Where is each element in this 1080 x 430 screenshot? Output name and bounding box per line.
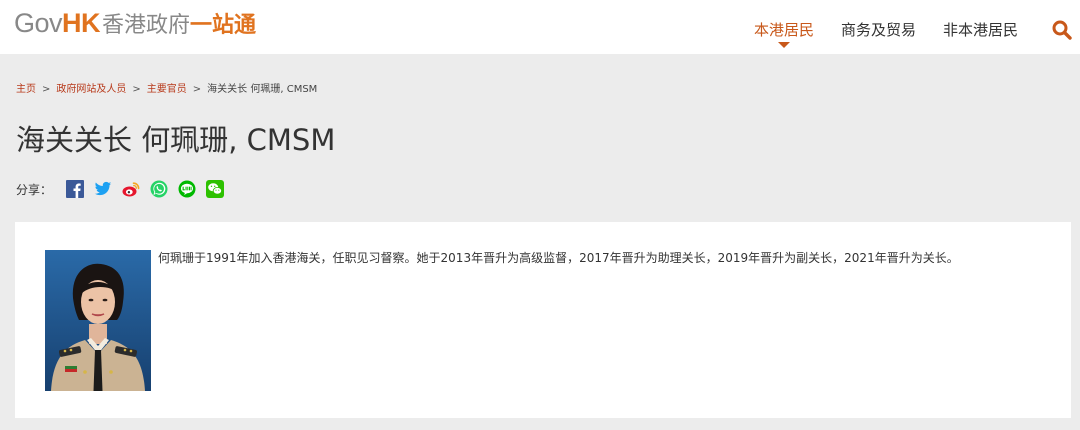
twitter-icon[interactable] bbox=[94, 180, 112, 198]
breadcrumb-separator: > bbox=[42, 84, 51, 95]
main-nav: 本港居民 商务及贸易 非本港居民 bbox=[754, 19, 1045, 48]
nav-item-business[interactable]: 商务及贸易 bbox=[841, 19, 916, 40]
logo-hk-text: HK bbox=[62, 8, 101, 38]
govhk-logo[interactable]: Gov HK 香港政府 一站通 bbox=[14, 7, 256, 41]
profile-bio: 何珮珊于1991年加入香港海关，任职见习督察。她于2013年晋升为高级监督，20… bbox=[158, 251, 959, 265]
breadcrumb-separator: > bbox=[132, 84, 141, 95]
wechat-icon[interactable] bbox=[206, 180, 225, 198]
share-bar: 分享： bbox=[16, 180, 234, 198]
logo-zh-highlight: 一站通 bbox=[190, 13, 257, 38]
nav-item-residents[interactable]: 本港居民 bbox=[754, 19, 814, 48]
whatsapp-icon[interactable] bbox=[150, 180, 168, 198]
facebook-icon[interactable] bbox=[66, 180, 85, 198]
line-icon[interactable] bbox=[178, 180, 196, 198]
logo-zh-text: 香港政府 bbox=[102, 13, 191, 38]
page-title: 海关关长 何珮珊, CMSM bbox=[16, 123, 336, 157]
breadcrumb-officials[interactable]: 主要官员 bbox=[147, 84, 187, 95]
logo-gov-text: Gov bbox=[14, 8, 63, 38]
top-header: Gov HK 香港政府 一站通 本港居民 商务及贸易 非本港居民 bbox=[0, 0, 1080, 54]
profile-card: 何珮珊于1991年加入香港海关，任职见习督察。她于2013年晋升为高级监督，20… bbox=[15, 222, 1071, 418]
nav-item-non-residents[interactable]: 非本港居民 bbox=[943, 19, 1018, 40]
official-portrait bbox=[45, 250, 151, 391]
breadcrumb-separator: > bbox=[192, 84, 202, 95]
search-icon[interactable] bbox=[1052, 20, 1072, 40]
weibo-icon[interactable] bbox=[122, 180, 140, 198]
breadcrumb-current: 海关关长 何珮珊, CMSM bbox=[207, 84, 318, 95]
breadcrumb-gov-sites[interactable]: 政府网站及人员 bbox=[56, 84, 126, 95]
breadcrumb-home[interactable]: 主页 bbox=[16, 84, 36, 95]
breadcrumb: 主页 > 政府网站及人员 > 主要官员 > 海关关长 何珮珊, CMSM bbox=[16, 80, 317, 95]
share-label: 分享： bbox=[16, 182, 53, 197]
